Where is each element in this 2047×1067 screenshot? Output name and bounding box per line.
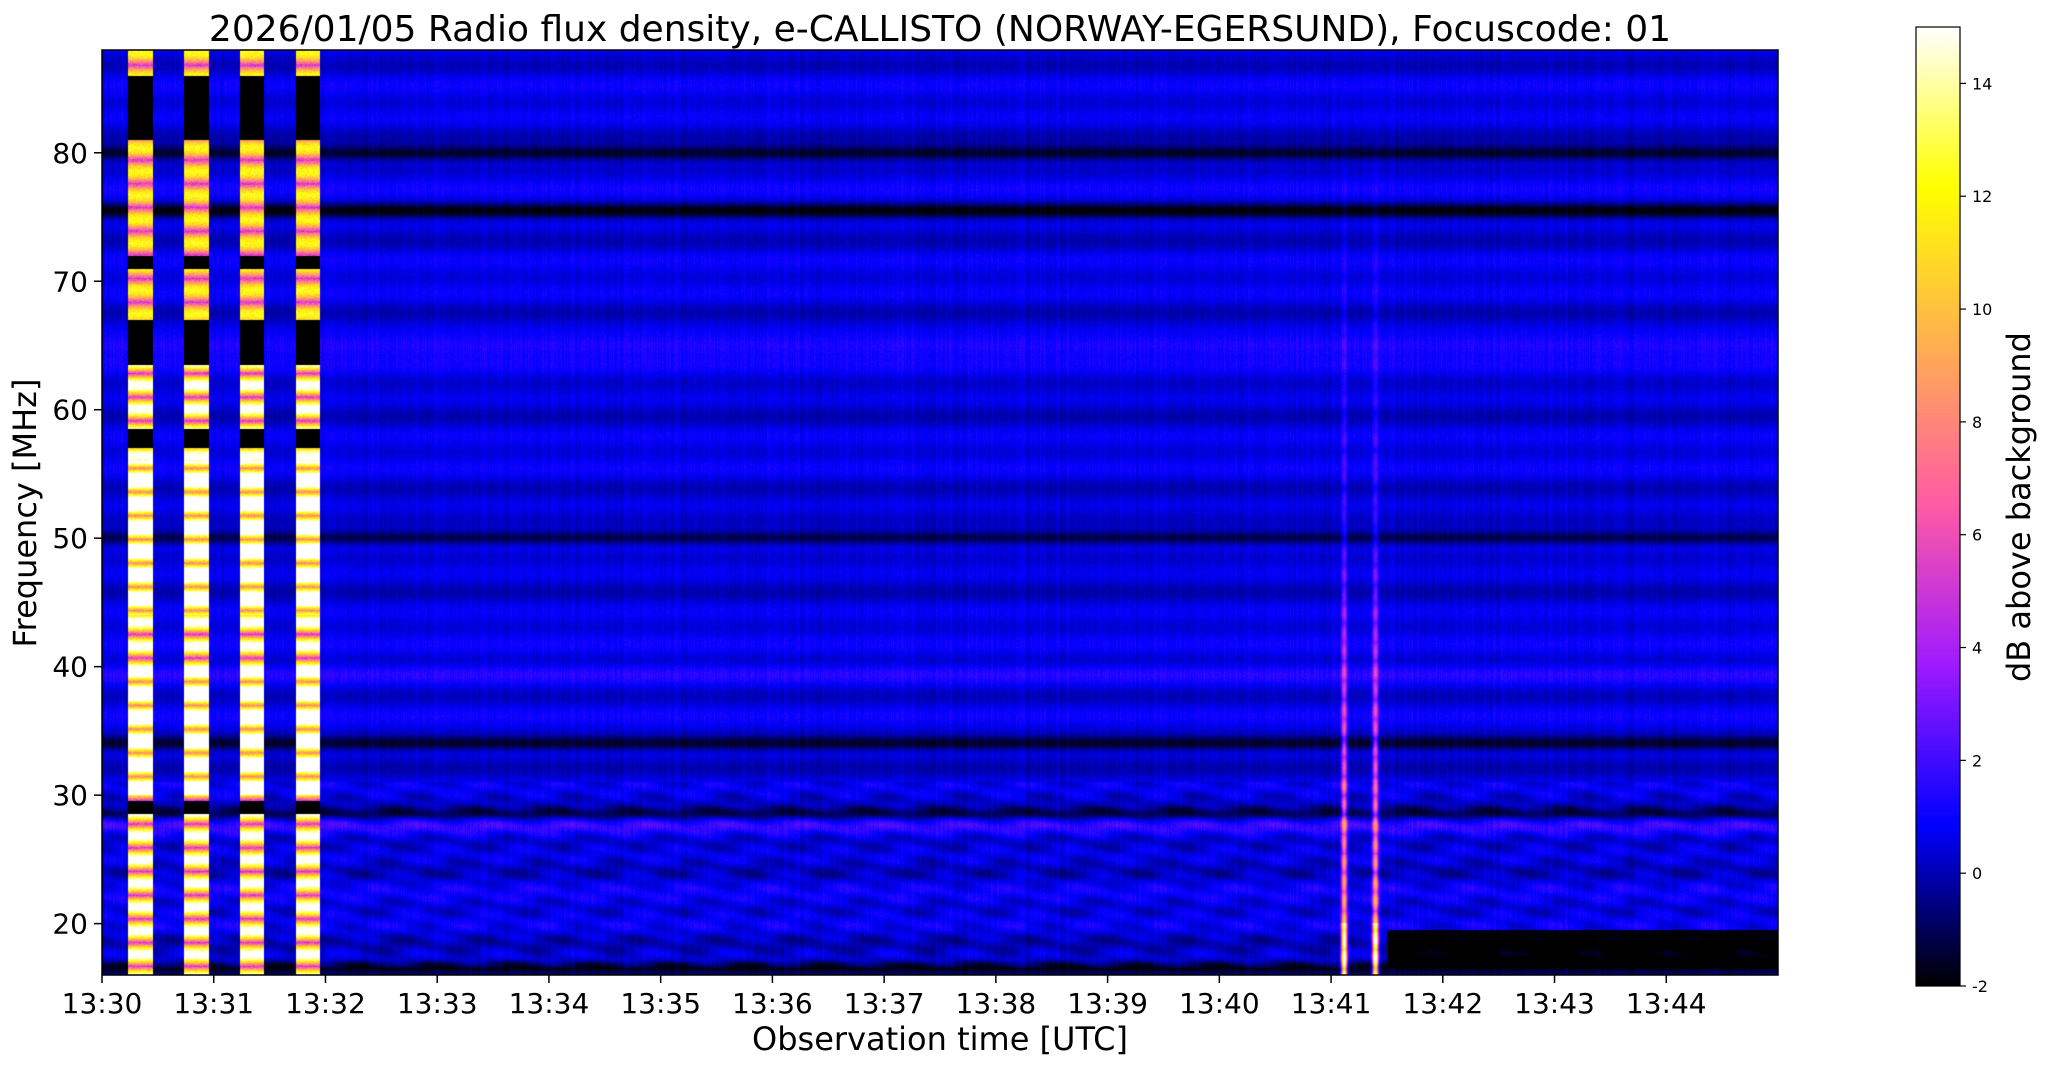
x-tick-label: 13:31 [173, 987, 254, 1020]
colorbar-tick-label: 8 [1972, 413, 1982, 432]
x-tick-label: 13:36 [732, 987, 813, 1020]
colorbar-label: dB above background [2000, 332, 2038, 682]
y-tick-label: 20 [52, 908, 88, 941]
y-tick-label: 50 [52, 522, 88, 555]
y-tick-label: 30 [52, 779, 88, 812]
colorbar-tick-label: 14 [1972, 74, 1992, 93]
colorbar-tick-label: 10 [1972, 300, 1992, 319]
x-tick-label: 13:40 [1179, 987, 1260, 1020]
x-tick-label: 13:44 [1626, 987, 1707, 1020]
colorbar-tick-label: 0 [1972, 864, 1982, 883]
x-tick-label: 13:41 [1291, 987, 1372, 1020]
x-tick-label: 13:42 [1402, 987, 1483, 1020]
y-axis-label: Frequency [MHz] [6, 379, 44, 648]
x-tick-label: 13:32 [285, 987, 366, 1020]
x-tick-label: 13:43 [1514, 987, 1595, 1020]
plot-area [101, 49, 1779, 976]
colorbar-tick-label: 4 [1972, 639, 1982, 658]
x-tick-label: 13:33 [397, 987, 478, 1020]
spectrogram-figure: 2026/01/05 Radio flux density, e-CALLIST… [6, 9, 2038, 1058]
colorbar-tick-label: 2 [1972, 751, 1982, 770]
x-tick-label: 13:37 [844, 987, 925, 1020]
colorbar-tick-label: -2 [1972, 977, 1988, 996]
chart-title: 2026/01/05 Radio flux density, e-CALLIST… [209, 9, 1671, 50]
y-axis: 20 30 40 50 60 70 80 [52, 137, 102, 941]
x-tick-label: 13:34 [509, 987, 590, 1020]
spectrogram-heatmap [102, 50, 1778, 975]
x-axis-label: Observation time [UTC] [752, 1020, 1128, 1058]
y-tick-label: 70 [52, 265, 88, 298]
colorbar: -2 0 2 4 6 8 10 12 14 dB above background [1915, 26, 2038, 996]
colorbar-ticks: -2 0 2 4 6 8 10 12 14 [1960, 74, 1992, 996]
colorbar-tick-label: 6 [1972, 526, 1982, 545]
x-tick-label: 13:38 [956, 987, 1037, 1020]
y-tick-label: 60 [52, 394, 88, 427]
x-tick-label: 13:35 [620, 987, 701, 1020]
x-axis: 13:30 13:31 13:32 13:33 13:34 13:35 13:36 13:37… [62, 975, 1707, 1020]
colorbar-gradient [1916, 27, 1960, 986]
x-tick-label: 13:39 [1067, 987, 1148, 1020]
y-tick-label: 80 [52, 137, 88, 170]
colorbar-tick-label: 12 [1972, 187, 1992, 206]
x-tick-label: 13:30 [62, 987, 143, 1020]
y-tick-label: 40 [52, 651, 88, 684]
